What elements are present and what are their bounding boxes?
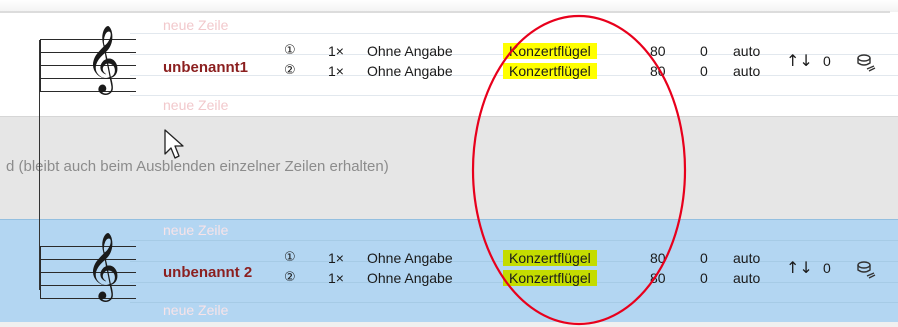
voice-channel[interactable]: auto	[733, 250, 760, 266]
voice-pan[interactable]: 0	[700, 63, 708, 79]
voice-pan[interactable]: 0	[700, 270, 708, 286]
mouse-cursor-icon	[164, 129, 184, 159]
annotation-ellipse	[471, 14, 687, 326]
voice-instrument[interactable]: Ohne Angabe	[367, 43, 453, 59]
voice-number: ②	[284, 63, 296, 78]
voice-number: ①	[284, 43, 296, 58]
voice-multiplier[interactable]: 1×	[328, 250, 344, 266]
transpose-arrows-icon[interactable]: ↑↓	[786, 51, 813, 70]
treble-clef-icon: 𝄞	[86, 231, 121, 299]
voice-channel[interactable]: auto	[733, 63, 760, 79]
bottom-edge	[0, 322, 898, 327]
track-row-1[interactable]: 𝄞 neue Zeile unbenannt1 ① 1× Ohne Angabe…	[0, 13, 898, 116]
transpose-value[interactable]: 0	[823, 260, 831, 276]
track-name[interactable]: unbenannt1	[163, 59, 248, 76]
system-bracket	[39, 40, 40, 290]
layers-icon[interactable]	[856, 261, 876, 279]
group-separator[interactable]: d (bleibt auch beim Ausblenden einzelner…	[0, 116, 898, 219]
voice-instrument[interactable]: Ohne Angabe	[367, 270, 453, 286]
new-line-hint-bottom[interactable]: neue Zeile	[163, 97, 228, 113]
new-line-hint-top[interactable]: neue Zeile	[163, 17, 228, 33]
treble-clef-icon: 𝄞	[86, 24, 121, 92]
group-separator-text: d (bleibt auch beim Ausblenden einzelner…	[6, 158, 389, 175]
new-line-hint-top[interactable]: neue Zeile	[163, 222, 228, 238]
voice-instrument[interactable]: Ohne Angabe	[367, 250, 453, 266]
layers-icon[interactable]	[856, 54, 876, 72]
voice-number: ①	[284, 250, 296, 265]
voice-multiplier[interactable]: 1×	[328, 43, 344, 59]
voice-number: ②	[284, 270, 296, 285]
track-row-2[interactable]: 𝄞 neue Zeile unbenannt 2 ① 1× Ohne Angab…	[0, 219, 898, 322]
new-line-hint-bottom[interactable]: neue Zeile	[163, 302, 228, 318]
voice-pan[interactable]: 0	[700, 250, 708, 266]
track-name[interactable]: unbenannt 2	[163, 264, 252, 281]
voice-instrument[interactable]: Ohne Angabe	[367, 63, 453, 79]
voice-channel[interactable]: auto	[733, 43, 760, 59]
transpose-value[interactable]: 0	[823, 53, 831, 69]
voice-multiplier[interactable]: 1×	[328, 63, 344, 79]
voice-channel[interactable]: auto	[733, 270, 760, 286]
voice-pan[interactable]: 0	[700, 43, 708, 59]
voice-multiplier[interactable]: 1×	[328, 270, 344, 286]
transpose-arrows-icon[interactable]: ↑↓	[786, 258, 813, 277]
